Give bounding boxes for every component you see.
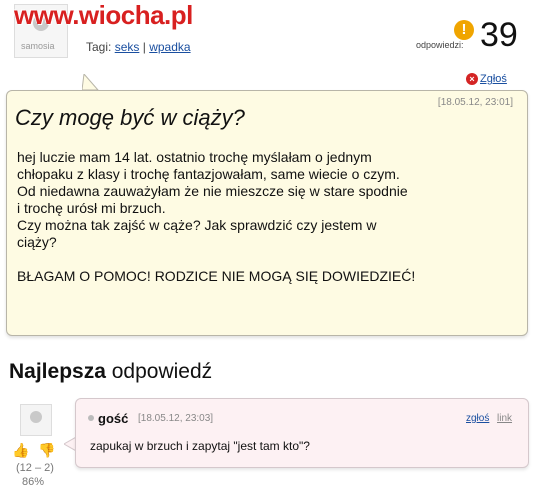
tag-link[interactable]: wpadka [149, 40, 190, 54]
answers-label: odpowiedzi: [416, 40, 464, 50]
report-icon: × [466, 73, 478, 85]
tags-separator: | [142, 40, 146, 54]
best-answer-heading-bold: Najlepsza [9, 360, 106, 383]
answer-author[interactable]: gość [98, 411, 128, 426]
answer-body: zapukaj w brzuch i zapytaj "jest tam kto… [90, 439, 310, 453]
answers-alert-icon: ! [454, 20, 474, 40]
avatar-brand: samosia [21, 41, 55, 51]
tag-link[interactable]: seks [115, 40, 140, 54]
question-title: Czy mogę być w ciąży? [15, 105, 245, 130]
vote-percent: 86% [22, 476, 45, 488]
site-watermark: www.wiocha.pl [14, 0, 193, 30]
report-question-link[interactable]: Zgłoś [480, 73, 507, 85]
question-body: hej luczie mam 14 lat. ostatnio trochę m… [17, 149, 416, 284]
answer-bubble: gość [18.05.12, 23:03] zgłoś link zapuka… [75, 398, 529, 468]
thumb-up-icon[interactable]: 👍 [12, 442, 29, 459]
tags-label: Tagi: [86, 40, 112, 54]
answers-count: 39 [480, 16, 518, 54]
answer-date: [18.05.12, 23:03] [138, 413, 214, 424]
best-answer-heading-rest: odpowiedź [111, 360, 213, 383]
question-date: [18.05.12, 23:01] [437, 97, 513, 108]
report-answer-link[interactable]: zgłoś [466, 413, 489, 424]
answer-permalink[interactable]: link [497, 413, 512, 424]
tags-line: Tagi: seks | wpadka [86, 40, 191, 54]
vote-count: (12 – 2) [16, 462, 54, 474]
thumb-down-icon[interactable]: 👎 [38, 442, 55, 459]
question-bubble: [18.05.12, 23:01] Czy mogę być w ciąży? … [6, 90, 528, 336]
author-status-dot [88, 415, 94, 421]
best-answer-heading: Najlepsza odpowiedź [9, 360, 212, 384]
avatar-placeholder-icon [30, 411, 42, 423]
answer-avatar [20, 404, 52, 436]
